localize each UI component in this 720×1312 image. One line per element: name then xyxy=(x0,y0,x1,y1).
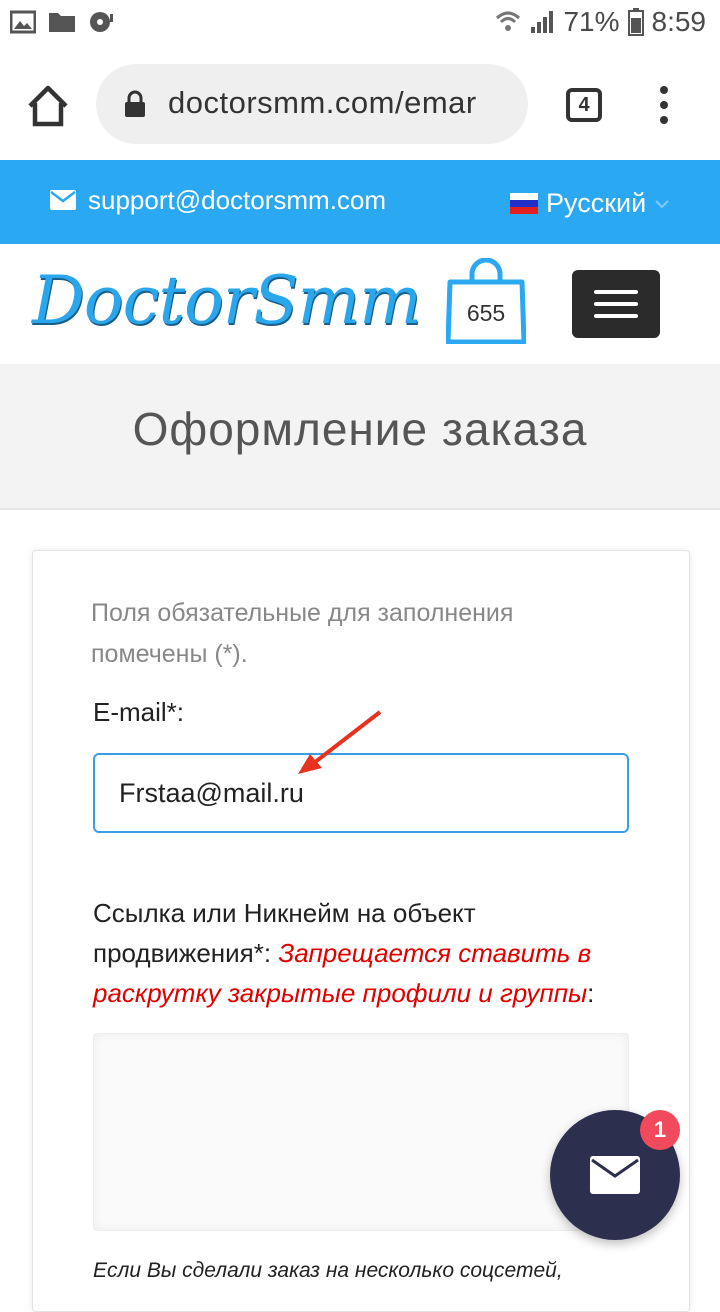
browser-menu-button[interactable] xyxy=(656,86,672,128)
media-icon xyxy=(90,12,113,32)
browser-toolbar: doctorsmm.com/emar 4 xyxy=(0,48,720,160)
support-email-link[interactable]: support@doctorsmm.com xyxy=(88,185,386,216)
address-bar[interactable]: doctorsmm.com/emar xyxy=(96,64,528,144)
cart-button[interactable]: 655 xyxy=(445,257,527,345)
email-label: E-mail*: xyxy=(93,697,185,727)
home-icon[interactable] xyxy=(24,82,72,130)
link-label-colon: : xyxy=(587,978,595,1008)
multi-network-note: Если Вы сделали заказ на несколько соцсе… xyxy=(93,1259,563,1282)
language-selector[interactable]: Русский xyxy=(510,188,670,219)
site-logo[interactable]: DoctorSmm xyxy=(32,256,422,348)
status-bar: 71% 8:59 xyxy=(0,0,720,48)
envelope-icon xyxy=(590,1156,640,1194)
lock-icon xyxy=(125,90,145,117)
required-fields-hint: Поля обязательные для заполнения помечен… xyxy=(91,599,514,668)
annotation-arrow-icon xyxy=(298,710,382,774)
top-contact-strip: support@doctorsmm.com Русский xyxy=(0,160,720,244)
mail-icon xyxy=(50,190,76,210)
cart-count: 655 xyxy=(466,300,506,326)
url-text[interactable]: doctorsmm.com/emar xyxy=(168,85,514,121)
page-title-band: Оформление заказа xyxy=(0,364,720,510)
battery-percent: 71% xyxy=(563,6,620,37)
signal-icon xyxy=(531,11,554,33)
image-icon xyxy=(10,10,36,34)
russian-flag-icon xyxy=(510,192,538,215)
wifi-icon xyxy=(496,11,521,31)
site-header: DoctorSmm 655 xyxy=(0,244,720,364)
tab-switcher-button[interactable]: 4 xyxy=(566,88,602,122)
logo-text: DoctorSmm xyxy=(32,262,422,339)
clock: 8:59 xyxy=(651,6,707,37)
folder-icon xyxy=(49,13,75,32)
chevron-down-icon xyxy=(655,199,669,208)
chat-unread-badge: 1 xyxy=(640,1110,680,1150)
page-title: Оформление заказа xyxy=(132,403,588,455)
language-label: Русский xyxy=(546,188,647,218)
link-textarea[interactable] xyxy=(93,1033,629,1231)
battery-icon xyxy=(627,8,644,36)
hamburger-menu-button[interactable] xyxy=(572,270,660,338)
link-label: Ссылка или Никнейм на объект продвижения… xyxy=(93,893,633,1013)
